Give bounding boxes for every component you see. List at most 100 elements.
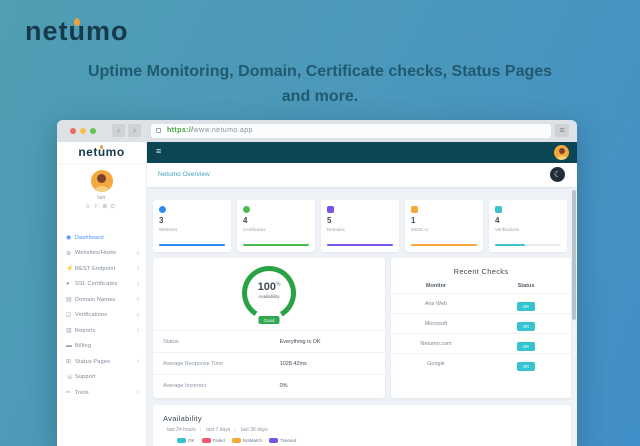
logo-text: mo bbox=[86, 16, 129, 46]
chevron-right-icon: › bbox=[137, 250, 139, 257]
headline-line1: Uptime Monitoring, Domain, Certificate c… bbox=[0, 60, 640, 85]
stat-card-websites[interactable]: 3 Websites bbox=[153, 200, 231, 252]
verification-icon: ☑ bbox=[66, 312, 75, 319]
summary-rows: Status Everything is OK Average Response… bbox=[153, 330, 385, 396]
legend-item-notmatch: NotMatch bbox=[232, 438, 262, 443]
availability-summary-panel: 100% Availability Good Status Everything… bbox=[153, 258, 385, 398]
breadcrumb-bar: Netumo Overview ☾ bbox=[147, 163, 577, 187]
stat-card-msol[interactable]: 1 MSOL-U bbox=[405, 200, 483, 252]
close-button[interactable] bbox=[70, 128, 76, 134]
overview-link[interactable]: Netumo Overview bbox=[158, 171, 210, 178]
availability-title: Availability bbox=[163, 414, 571, 423]
domain-icon: ▤ bbox=[66, 296, 75, 303]
stat-card-verifications[interactable]: 4 Verifications bbox=[489, 200, 567, 252]
table-row[interactable]: Ans Web OK bbox=[391, 293, 571, 313]
sidebar-item-ssl-certificates[interactable]: ● SSL Certificates › bbox=[57, 277, 146, 293]
sidebar-logo[interactable]: netumo bbox=[57, 142, 146, 163]
legend-swatch bbox=[269, 438, 278, 443]
gauge-value: 100 bbox=[258, 281, 276, 293]
column-status: Status bbox=[481, 283, 571, 289]
recent-checks-header: Monitor Status bbox=[391, 283, 571, 293]
browser-chrome: ‹ › https://www.netumo.app ≡ bbox=[57, 120, 577, 142]
tab-last-7-days[interactable]: last 7 days bbox=[206, 427, 230, 433]
sidebar-item-rest-endpoint[interactable]: ⚡ REST Endpoint › bbox=[57, 261, 146, 277]
sidebar-item-dashboard[interactable]: ◉ Dashboard bbox=[57, 230, 146, 246]
sidebar-item-reports[interactable]: ▥ Reports › bbox=[57, 323, 146, 339]
chevron-right-icon: › bbox=[137, 281, 139, 288]
browser-menu-button[interactable]: ≡ bbox=[555, 124, 569, 137]
sidebar-item-billing[interactable]: ▬ Billing bbox=[57, 339, 146, 355]
minimize-button[interactable] bbox=[80, 128, 86, 134]
summary-row-status: Status Everything is OK bbox=[153, 330, 385, 352]
stats-row: 3 Websites 4 Certificates 5 Domains bbox=[153, 200, 567, 252]
lock-icon bbox=[156, 128, 161, 133]
sidebar-item-domain-names[interactable]: ▤ Domain Names › bbox=[57, 292, 146, 308]
scrollbar-thumb[interactable] bbox=[572, 190, 576, 320]
report-icon: ▥ bbox=[66, 327, 75, 334]
billing-icon: ▬ bbox=[66, 343, 75, 349]
recent-checks-title: Recent Checks bbox=[391, 267, 571, 276]
sidebar-item-verifications[interactable]: ☑ Verifications › bbox=[57, 308, 146, 324]
dark-mode-toggle[interactable]: ☾ bbox=[550, 167, 565, 182]
table-row[interactable]: Microsoft OK bbox=[391, 313, 571, 333]
recent-checks-panel: Recent Checks Monitor Status Ans Web OK … bbox=[391, 258, 571, 398]
ok-badge: OK bbox=[517, 362, 536, 371]
legend-item-ok: OK bbox=[177, 438, 195, 443]
stat-card-certificates[interactable]: 4 Certificates bbox=[237, 200, 315, 252]
gauge-label: Availability bbox=[247, 294, 291, 299]
sidebar-item-status-pages[interactable]: ⊞ Status Pages › bbox=[57, 354, 146, 370]
availability-gauge: 100% Availability Good bbox=[242, 266, 296, 326]
tab-last-30-days[interactable]: last 30 days bbox=[241, 427, 268, 433]
dashboard-icon: ◉ bbox=[66, 234, 75, 241]
certificate-icon bbox=[243, 206, 250, 213]
chevron-right-icon: › bbox=[137, 389, 139, 396]
sidebar-item-tools[interactable]: ✂ Tools › bbox=[57, 385, 146, 401]
table-row[interactable]: Netumo.com OK bbox=[391, 333, 571, 353]
status-badge: Good bbox=[258, 316, 279, 324]
forward-button[interactable]: › bbox=[128, 124, 141, 137]
sidebar-item-support[interactable]: ☏ Support bbox=[57, 370, 146, 386]
legend-swatch bbox=[202, 438, 211, 443]
chart-legend: OK Failed NotMatch Timeout bbox=[177, 438, 571, 443]
top-navbar: ≡ bbox=[147, 142, 577, 163]
url-host: www.netumo.app bbox=[194, 127, 253, 134]
legend-item-failed: Failed bbox=[202, 438, 225, 443]
sidebar-item-websites-hosts[interactable]: ⊕ Websites/Hosts › bbox=[57, 246, 146, 262]
ok-badge: OK bbox=[517, 302, 536, 311]
netumo-logo: netumo bbox=[25, 16, 129, 47]
moon-icon: ☾ bbox=[554, 170, 561, 179]
hamburger-menu-icon[interactable]: ≡ bbox=[156, 146, 161, 156]
navbar-avatar[interactable] bbox=[554, 145, 569, 160]
dashboard-content: 3 Websites 4 Certificates 5 Domains bbox=[147, 187, 577, 446]
logo-droplet-icon bbox=[74, 18, 80, 26]
user-icon[interactable]: ☺ bbox=[85, 204, 94, 210]
power-icon[interactable]: ⊙ bbox=[110, 204, 118, 210]
url-bar[interactable]: https://www.netumo.app bbox=[151, 124, 551, 138]
maximize-button[interactable] bbox=[90, 128, 96, 134]
headline-line2: and more. bbox=[0, 85, 640, 110]
chevron-right-icon: › bbox=[137, 358, 139, 365]
bell-icon[interactable]: ⚐ bbox=[94, 204, 102, 210]
back-button[interactable]: ‹ bbox=[112, 124, 125, 137]
domain-icon bbox=[327, 206, 334, 213]
availability-chart-panel: Availability last 24 hours| last 7 days|… bbox=[153, 405, 571, 446]
endpoint-icon: ⚡ bbox=[66, 265, 75, 272]
gauge-unit: % bbox=[276, 281, 280, 287]
ok-badge: OK bbox=[517, 342, 536, 351]
hero-background: netumo Uptime Monitoring, Domain, Certif… bbox=[0, 0, 640, 446]
ok-badge: OK bbox=[517, 322, 536, 331]
url-scheme: https:// bbox=[167, 127, 194, 134]
globe-icon bbox=[159, 206, 166, 213]
tab-last-24-hours[interactable]: last 24 hours bbox=[167, 427, 196, 433]
legend-swatch bbox=[232, 438, 241, 443]
summary-row-incorrect: Average Incorrect 0% bbox=[153, 374, 385, 396]
table-row[interactable]: Google OK bbox=[391, 353, 571, 373]
status-page-icon: ⊞ bbox=[66, 358, 75, 365]
sidebar: netumo Ian ☺⚐⊕⊙ ◉ Dashboard ⊕ Websites/H… bbox=[57, 142, 147, 446]
stat-card-domains[interactable]: 5 Domains bbox=[321, 200, 399, 252]
chevron-right-icon: › bbox=[137, 312, 139, 319]
column-monitor: Monitor bbox=[391, 283, 481, 289]
support-icon: ☏ bbox=[66, 374, 75, 381]
browser-window: ‹ › https://www.netumo.app ≡ netumo Ian … bbox=[57, 120, 577, 446]
sidebar-avatar[interactable] bbox=[91, 170, 113, 192]
